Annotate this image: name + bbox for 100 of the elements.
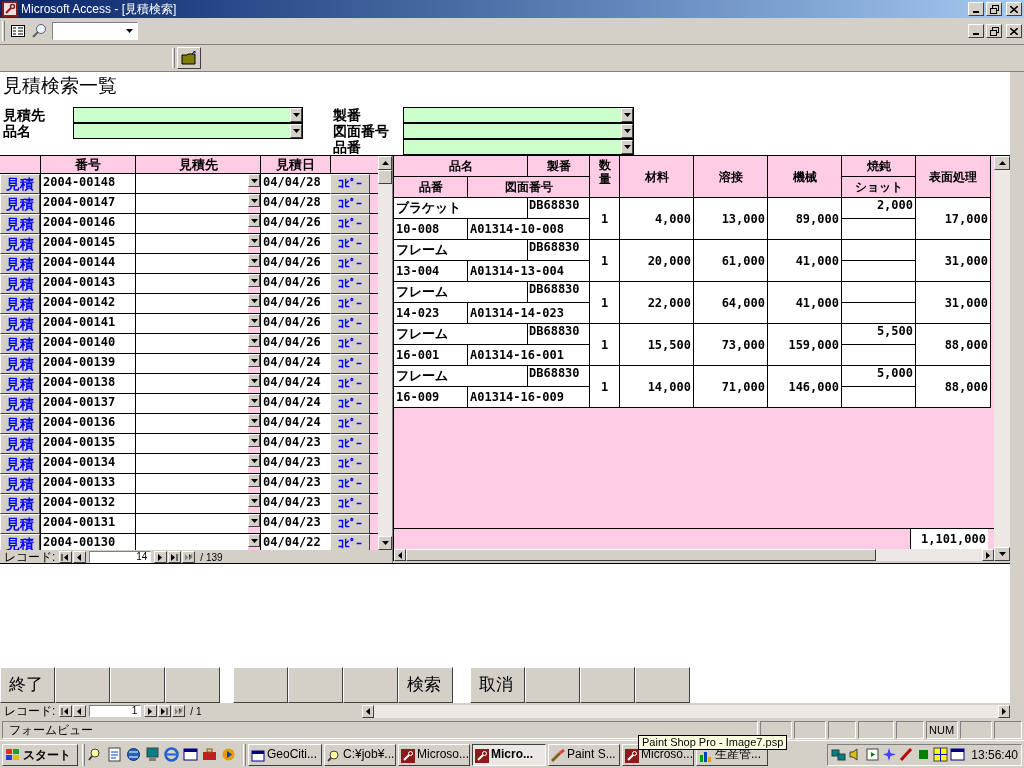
combo-field[interactable] (403, 107, 634, 123)
scroll-right-button[interactable] (982, 549, 994, 561)
next-record-button[interactable] (154, 551, 168, 563)
monitor-icon[interactable] (144, 745, 161, 764)
taskbar-button[interactable]: C:¥job¥... (324, 743, 396, 766)
horizontal-scrollbar[interactable] (362, 704, 1010, 718)
dropdown-button[interactable] (290, 124, 302, 138)
last-record-button[interactable] (158, 705, 172, 717)
client-combo[interactable] (135, 274, 260, 293)
combo-field[interactable] (403, 123, 634, 139)
dropdown-button[interactable] (248, 434, 260, 447)
copy-button[interactable]: ｺﾋﾟｰ (330, 214, 370, 234)
record-number-field[interactable]: 1 (89, 705, 142, 717)
dropdown-button[interactable] (248, 174, 260, 187)
dropdown-button[interactable] (621, 140, 633, 154)
form-button[interactable] (580, 667, 635, 703)
window-icon[interactable] (182, 745, 199, 764)
estimate-button[interactable]: 見積 (0, 254, 40, 274)
copy-button[interactable]: ｺﾋﾟｰ (330, 314, 370, 334)
taskbar-button[interactable]: Micro... (472, 743, 546, 766)
client-combo[interactable] (135, 194, 260, 213)
copy-button[interactable]: ｺﾋﾟｰ (330, 434, 370, 454)
close-button[interactable] (1006, 2, 1022, 16)
form-button[interactable] (343, 667, 398, 703)
copy-button[interactable]: ｺﾋﾟｰ (330, 254, 370, 274)
form-button[interactable] (55, 667, 110, 703)
combo-field[interactable] (403, 139, 634, 155)
client-combo[interactable] (135, 514, 260, 533)
estimate-button[interactable]: 見積 (0, 294, 40, 314)
form-button[interactable] (288, 667, 343, 703)
estimate-button[interactable]: 見積 (0, 454, 40, 474)
form-button[interactable] (233, 667, 288, 703)
dropdown-button[interactable] (248, 534, 260, 547)
client-combo[interactable] (135, 494, 260, 513)
copy-button[interactable]: ｺﾋﾟｰ (330, 334, 370, 354)
client-combo[interactable] (135, 314, 260, 333)
form-button[interactable] (110, 667, 165, 703)
form-button[interactable]: 検索 (398, 667, 453, 703)
client-combo[interactable] (135, 354, 260, 373)
dropdown-button[interactable] (248, 234, 260, 247)
first-record-button[interactable] (59, 705, 73, 717)
close-button[interactable] (1006, 24, 1022, 38)
client-combo[interactable] (135, 474, 260, 493)
dropdown-button[interactable] (248, 514, 260, 527)
estimate-button[interactable]: 見積 (0, 494, 40, 514)
browser-icon[interactable] (163, 745, 180, 764)
estimate-button[interactable]: 見積 (0, 334, 40, 354)
estimate-button[interactable]: 見積 (0, 214, 40, 234)
copy-button[interactable]: ｺﾋﾟｰ (330, 234, 370, 254)
dropdown-button[interactable] (290, 108, 302, 122)
estimate-button[interactable]: 見積 (0, 274, 40, 294)
client-combo[interactable] (135, 214, 260, 233)
estimate-button[interactable]: 見積 (0, 414, 40, 434)
globe-icon[interactable] (125, 745, 142, 764)
client-combo[interactable] (135, 534, 260, 550)
previous-record-button[interactable] (73, 705, 87, 717)
estimate-button[interactable]: 見積 (0, 234, 40, 254)
taskbar-button[interactable]: Microso... (398, 743, 470, 766)
restore-button[interactable] (986, 24, 1002, 38)
copy-button[interactable]: ｺﾋﾟｰ (330, 394, 370, 414)
copy-button[interactable]: ｺﾋﾟｰ (330, 534, 370, 550)
combo-field[interactable] (73, 123, 303, 139)
client-combo[interactable] (135, 174, 260, 193)
form-button[interactable] (635, 667, 690, 703)
form-button[interactable]: 終了 (0, 667, 55, 703)
first-record-button[interactable] (59, 551, 73, 563)
scroll-up-button[interactable] (378, 156, 392, 170)
scroll-left-button[interactable] (362, 704, 374, 718)
estimate-button[interactable]: 見積 (0, 374, 40, 394)
copy-button[interactable]: ｺﾋﾟｰ (330, 454, 370, 474)
client-combo[interactable] (135, 294, 260, 313)
copy-button[interactable]: ｺﾋﾟｰ (330, 274, 370, 294)
dropdown-button[interactable] (248, 454, 260, 467)
restore-button[interactable] (986, 2, 1002, 16)
toolbar-button[interactable] (177, 47, 201, 69)
form-button[interactable] (525, 667, 580, 703)
copy-button[interactable]: ｺﾋﾟｰ (330, 354, 370, 374)
scrollbar-thumb[interactable] (406, 549, 876, 561)
client-combo[interactable] (135, 454, 260, 473)
copy-button[interactable]: ｺﾋﾟｰ (330, 194, 370, 214)
scroll-up-button[interactable] (994, 156, 1010, 170)
client-combo[interactable] (135, 254, 260, 273)
estimate-button[interactable]: 見積 (0, 434, 40, 454)
record-number-field[interactable]: 14 (89, 551, 152, 563)
combo-box[interactable] (52, 22, 138, 40)
horizontal-scrollbar[interactable] (394, 549, 994, 561)
dropdown-button[interactable] (248, 374, 260, 387)
dropdown-button[interactable] (248, 314, 260, 327)
dropdown-button[interactable] (248, 354, 260, 367)
scroll-down-button[interactable] (994, 547, 1010, 561)
taskbar-button[interactable]: GeoCiti... (248, 743, 322, 766)
copy-button[interactable]: ｺﾋﾟｰ (330, 474, 370, 494)
vertical-scrollbar[interactable] (994, 156, 1010, 561)
estimate-button[interactable]: 見積 (0, 314, 40, 334)
scroll-right-button[interactable] (998, 704, 1010, 718)
copy-button[interactable]: ｺﾋﾟｰ (330, 514, 370, 534)
client-combo[interactable] (135, 334, 260, 353)
estimate-button[interactable]: 見積 (0, 354, 40, 374)
minimize-button[interactable] (968, 24, 984, 38)
client-combo[interactable] (135, 394, 260, 413)
